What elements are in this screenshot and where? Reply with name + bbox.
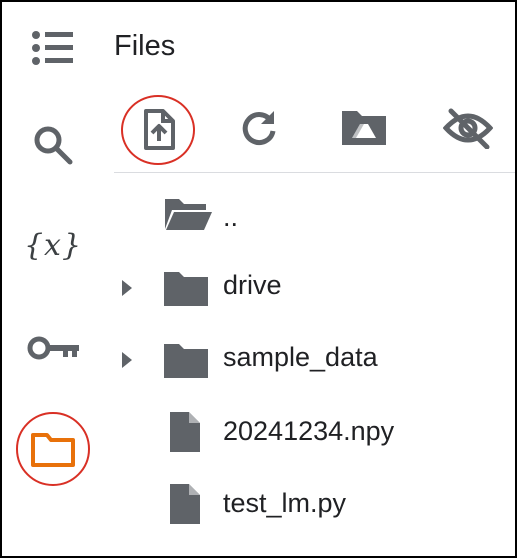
refresh-button[interactable]	[233, 102, 285, 154]
drive-folder-icon	[342, 111, 386, 145]
refresh-icon	[242, 111, 276, 146]
file-icon	[168, 482, 202, 531]
toggle-hidden-files-button[interactable]	[442, 102, 494, 154]
key-icon[interactable]	[26, 332, 82, 364]
file-row-parent[interactable]: ..	[114, 188, 514, 244]
upload-icon	[144, 109, 175, 150]
panel-title: Files	[114, 30, 176, 62]
file-row-sample-data[interactable]: sample_data	[114, 332, 514, 388]
open-folder-icon	[162, 196, 214, 237]
expand-caret-icon[interactable]	[120, 279, 134, 297]
variables-icon-glyph: {x}	[23, 227, 83, 263]
file-row-drive[interactable]: drive	[114, 260, 514, 316]
mount-drive-button[interactable]	[338, 102, 390, 154]
file-icon	[168, 410, 202, 459]
toc-icon[interactable]	[30, 28, 76, 68]
file-label: ..	[223, 202, 239, 232]
files-panel: {x} Files .. drive sample_data 20241234.…	[0, 0, 517, 558]
expand-caret-icon[interactable]	[120, 351, 134, 369]
file-label: test_lm.py	[223, 488, 347, 518]
variables-icon[interactable]: {x}	[22, 222, 84, 268]
file-row-py[interactable]: test_lm.py	[114, 478, 514, 534]
toolbar-divider	[114, 172, 515, 173]
search-icon[interactable]	[30, 122, 76, 168]
folder-icon	[162, 268, 210, 313]
upload-button[interactable]	[132, 104, 184, 156]
file-label: sample_data	[223, 342, 378, 372]
eye-off-icon	[443, 108, 493, 149]
folder-icon[interactable]	[26, 422, 80, 476]
file-label: 20241234.npy	[223, 416, 395, 446]
file-label: drive	[223, 270, 282, 300]
file-row-npy[interactable]: 20241234.npy	[114, 406, 514, 462]
folder-icon	[162, 340, 210, 385]
